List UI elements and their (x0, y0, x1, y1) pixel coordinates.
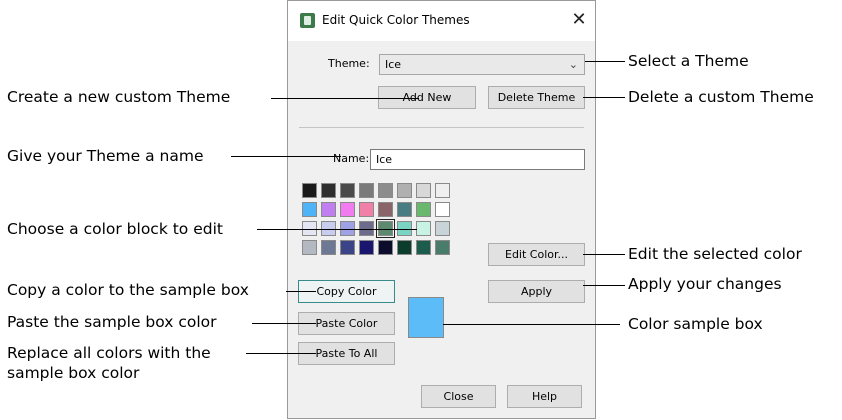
color-swatch[interactable] (416, 221, 431, 236)
callout-line-delete-theme (583, 97, 625, 98)
annotation-replace-all-line1: Replace all colors with the (7, 344, 211, 362)
color-swatch[interactable] (397, 240, 412, 255)
theme-name-field[interactable]: Ice (370, 149, 585, 170)
annotation-give-name: Give your Theme a name (7, 147, 204, 165)
callout-line-apply (583, 285, 625, 286)
color-swatch[interactable] (321, 240, 336, 255)
color-swatch[interactable] (340, 183, 355, 198)
callout-line-edit-selected (583, 254, 625, 255)
color-swatch[interactable] (321, 202, 336, 217)
callout-line-choose-block (257, 229, 417, 230)
annotation-color-sample-box: Color sample box (628, 315, 763, 333)
color-swatch[interactable] (378, 202, 393, 217)
title-bar: Edit Quick Color Themes ✕ (288, 1, 595, 41)
name-label: Name: (333, 152, 370, 165)
annotation-select-theme: Select a Theme (628, 52, 749, 70)
color-swatch[interactable] (321, 183, 336, 198)
color-swatch[interactable] (359, 183, 374, 198)
close-icon[interactable]: ✕ (568, 8, 590, 32)
annotation-paste-sample: Paste the sample box color (7, 313, 217, 331)
annotation-choose-block: Choose a color block to edit (7, 220, 223, 238)
color-swatch[interactable] (397, 202, 412, 217)
color-swatch[interactable] (416, 240, 431, 255)
edit-quick-color-themes-dialog: Edit Quick Color Themes ✕ Theme: Ice ⌄ A… (287, 0, 596, 419)
color-swatch[interactable] (359, 202, 374, 217)
theme-label: Theme: (328, 57, 370, 70)
callout-line-create-theme (271, 98, 419, 99)
app-icon (300, 13, 315, 28)
color-swatch[interactable] (302, 202, 317, 217)
color-swatch[interactable] (397, 183, 412, 198)
color-swatch[interactable] (302, 240, 317, 255)
color-swatch[interactable] (378, 240, 393, 255)
dialog-title: Edit Quick Color Themes (322, 13, 470, 27)
color-swatch[interactable] (378, 183, 393, 198)
color-swatch[interactable] (435, 221, 450, 236)
close-button[interactable]: Close (421, 385, 496, 408)
color-swatch[interactable] (359, 240, 374, 255)
theme-dropdown-value: Ice (385, 58, 402, 71)
color-swatch[interactable] (340, 202, 355, 217)
callout-line-copy-sample (286, 291, 316, 292)
color-swatch[interactable] (416, 183, 431, 198)
color-swatch[interactable] (435, 202, 450, 217)
color-swatch[interactable] (340, 240, 355, 255)
callout-line-select-theme (585, 61, 625, 62)
callout-line-give-name (231, 156, 341, 157)
separator (299, 127, 584, 128)
callout-line-replace-all (246, 353, 316, 354)
color-swatch[interactable] (435, 240, 450, 255)
theme-dropdown[interactable]: Ice ⌄ (379, 54, 585, 75)
annotation-replace-all-line2: sample box color (7, 364, 140, 382)
color-sample-box (408, 297, 444, 338)
annotation-apply-changes: Apply your changes (628, 275, 782, 293)
annotation-edit-selected: Edit the selected color (628, 245, 802, 263)
color-swatch[interactable] (302, 183, 317, 198)
help-button[interactable]: Help (507, 385, 582, 408)
annotation-delete-theme: Delete a custom Theme (628, 88, 814, 106)
color-swatch[interactable] (416, 202, 431, 217)
delete-theme-button[interactable]: Delete Theme (488, 86, 585, 109)
chevron-down-icon: ⌄ (568, 58, 578, 71)
annotation-create-theme: Create a new custom Theme (7, 88, 231, 106)
annotation-copy-to-sample: Copy a color to the sample box (7, 281, 249, 299)
callout-line-sample-box (443, 324, 620, 325)
color-swatch[interactable] (435, 183, 450, 198)
apply-button[interactable]: Apply (488, 280, 585, 303)
callout-line-paste-sample (252, 323, 316, 324)
edit-color-button[interactable]: Edit Color... (488, 243, 585, 266)
